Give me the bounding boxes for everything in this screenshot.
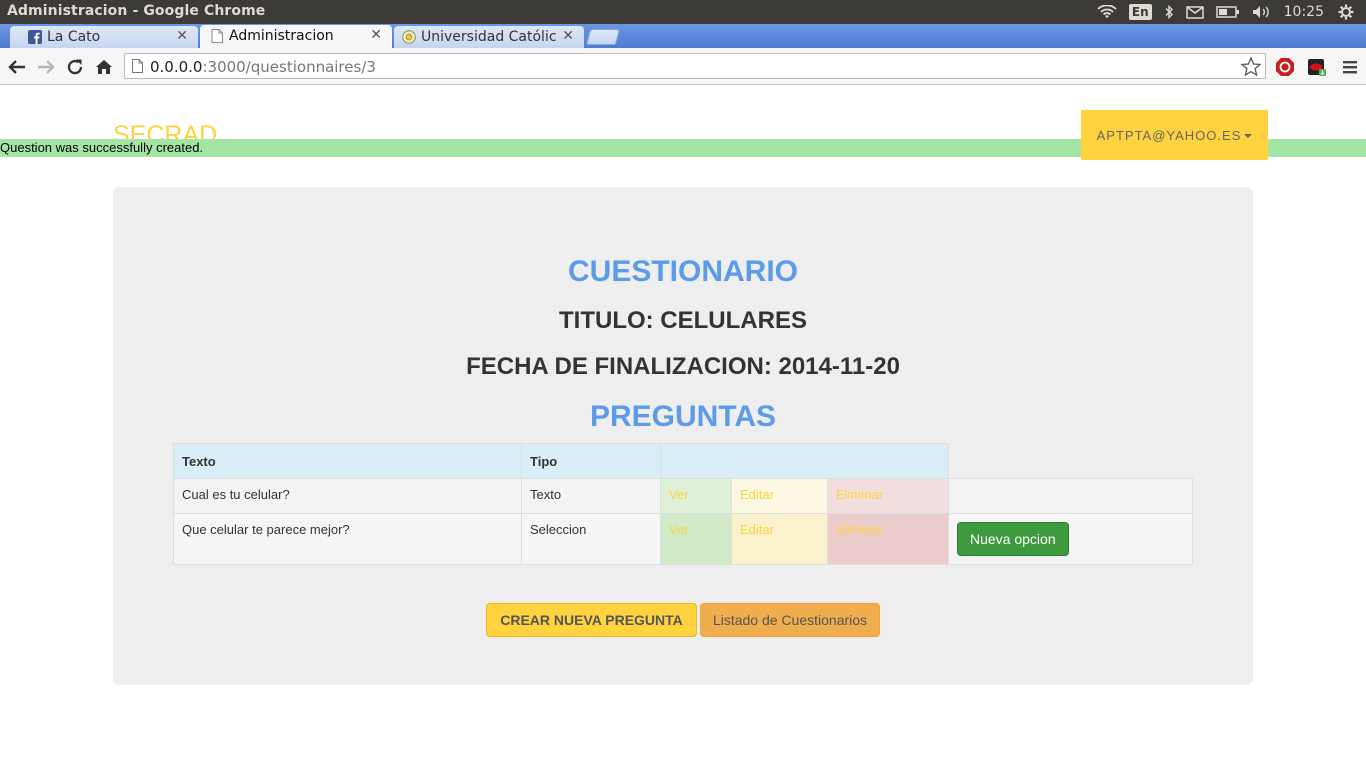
questionnaire-panel: CUESTIONARIO TITULO: CELULARES FECHA DE … bbox=[113, 187, 1253, 685]
edit-cell: Editar bbox=[731, 513, 828, 565]
create-question-button[interactable]: CREAR NUEVA PREGUNTA bbox=[486, 603, 697, 637]
questionnaire-list-button[interactable]: Listado de Cuestionarios bbox=[700, 603, 880, 637]
mail-icon[interactable] bbox=[1185, 0, 1204, 24]
settings-gear-icon[interactable] bbox=[1338, 0, 1354, 24]
question-type-cell: Texto bbox=[521, 478, 661, 514]
edit-cell: Editar bbox=[731, 478, 828, 514]
tab-administracion[interactable]: Administracion ✕ bbox=[200, 25, 392, 49]
bookmark-star-icon[interactable] bbox=[1240, 56, 1262, 81]
notice-text: Question was successfully created. bbox=[0, 140, 204, 155]
url-text: 0.0.0.0:3000/questionnaires/3 bbox=[150, 58, 376, 76]
address-bar[interactable]: 0.0.0.0:3000/questionnaires/3 bbox=[124, 53, 1266, 79]
page-icon bbox=[210, 29, 224, 43]
column-header-texto: Texto bbox=[173, 443, 522, 479]
tab-label: Administracion bbox=[229, 28, 334, 44]
tab-close-icon[interactable]: ✕ bbox=[176, 28, 188, 44]
keyboard-layout-label: En bbox=[1128, 4, 1152, 20]
table-row: Cual es tu celular? Texto Ver Editar Eli… bbox=[173, 478, 1193, 514]
back-arrow-icon[interactable] bbox=[7, 57, 27, 77]
view-cell: Ver bbox=[660, 513, 732, 565]
os-indicators: En 10:25 bbox=[1097, 0, 1366, 24]
tab-strip: La Cato ✕ Administracion ✕ Universidad C… bbox=[0, 24, 1366, 49]
volume-icon[interactable] bbox=[1252, 0, 1272, 24]
battery-icon[interactable] bbox=[1215, 0, 1240, 24]
reload-icon[interactable] bbox=[65, 57, 85, 77]
view-link[interactable]: Ver bbox=[669, 522, 689, 537]
adblock-stop-icon[interactable] bbox=[1275, 57, 1295, 77]
page-content: SECRAD Question was successfully created… bbox=[0, 86, 1366, 768]
tab-la-cato[interactable]: La Cato ✕ bbox=[10, 26, 198, 48]
delete-cell: Eliminar bbox=[827, 478, 949, 514]
column-header-spacer bbox=[949, 444, 1193, 479]
question-text-cell: Cual es tu celular? bbox=[173, 478, 522, 514]
new-tab-button[interactable] bbox=[585, 29, 621, 45]
column-header-actions bbox=[660, 443, 949, 479]
redhat-extension-icon[interactable] bbox=[1307, 57, 1327, 77]
caret-down-icon bbox=[1244, 134, 1253, 138]
menu-hamburger-icon[interactable] bbox=[1340, 57, 1360, 77]
column-header-tipo: Tipo bbox=[521, 443, 661, 479]
url-host: 0.0.0.0 bbox=[150, 58, 203, 76]
delete-link[interactable]: Eliminar bbox=[836, 522, 883, 537]
questionnaire-end-date: FECHA DE FINALIZACION: 2014-11-20 bbox=[466, 353, 900, 380]
table-row: Que celular te parece mejor? Seleccion V… bbox=[173, 513, 1193, 565]
home-icon[interactable] bbox=[94, 57, 114, 77]
browser-toolbar: 0.0.0.0:3000/questionnaires/3 bbox=[0, 48, 1366, 85]
bluetooth-icon[interactable] bbox=[1164, 0, 1174, 24]
clock[interactable]: 10:25 bbox=[1284, 0, 1324, 24]
tab-close-icon[interactable]: ✕ bbox=[370, 27, 382, 43]
view-link[interactable]: Ver bbox=[669, 487, 689, 502]
delete-link[interactable]: Eliminar bbox=[836, 487, 883, 502]
user-email: APTPTA@YAHOO.ES bbox=[1096, 127, 1242, 143]
edit-link[interactable]: Editar bbox=[740, 487, 774, 502]
tab-close-icon[interactable]: ✕ bbox=[562, 28, 574, 44]
tab-universidad-catolica[interactable]: Universidad Católica ✕ bbox=[394, 26, 584, 48]
facebook-icon bbox=[28, 30, 42, 44]
keyboard-layout-indicator[interactable]: En bbox=[1128, 0, 1152, 24]
option-cell bbox=[948, 478, 1193, 514]
delete-cell: Eliminar bbox=[827, 513, 949, 565]
question-text-cell: Que celular te parece mejor? bbox=[173, 513, 522, 565]
new-option-button[interactable]: Nueva opcion bbox=[957, 522, 1069, 556]
os-top-bar: Administracion - Google Chrome En 10:25 bbox=[0, 0, 1366, 24]
questions-table: Texto Tipo Cual es tu celular? Texto Ver… bbox=[173, 443, 1193, 565]
user-menu-dropdown[interactable]: APTPTA@YAHOO.ES bbox=[1081, 110, 1268, 160]
tab-label: Universidad Católica bbox=[421, 29, 556, 45]
page-icon bbox=[132, 59, 143, 78]
edit-link[interactable]: Editar bbox=[740, 522, 774, 537]
view-cell: Ver bbox=[660, 478, 732, 514]
url-path: :3000/questionnaires/3 bbox=[202, 58, 376, 76]
questions-heading: PREGUNTAS bbox=[589, 400, 777, 433]
question-type-cell: Seleccion bbox=[521, 513, 661, 565]
questionnaire-title: TITULO: CELULARES bbox=[559, 307, 807, 334]
wifi-icon[interactable] bbox=[1097, 0, 1117, 24]
questionnaire-heading: CUESTIONARIO bbox=[567, 255, 798, 288]
tab-label: La Cato bbox=[47, 29, 101, 45]
table-header-row: Texto Tipo bbox=[173, 443, 1193, 479]
forward-arrow-icon[interactable] bbox=[36, 57, 56, 77]
option-cell: Nueva opcion bbox=[948, 513, 1193, 565]
globe-icon bbox=[402, 30, 416, 44]
window-title: Administracion - Google Chrome bbox=[7, 3, 266, 19]
